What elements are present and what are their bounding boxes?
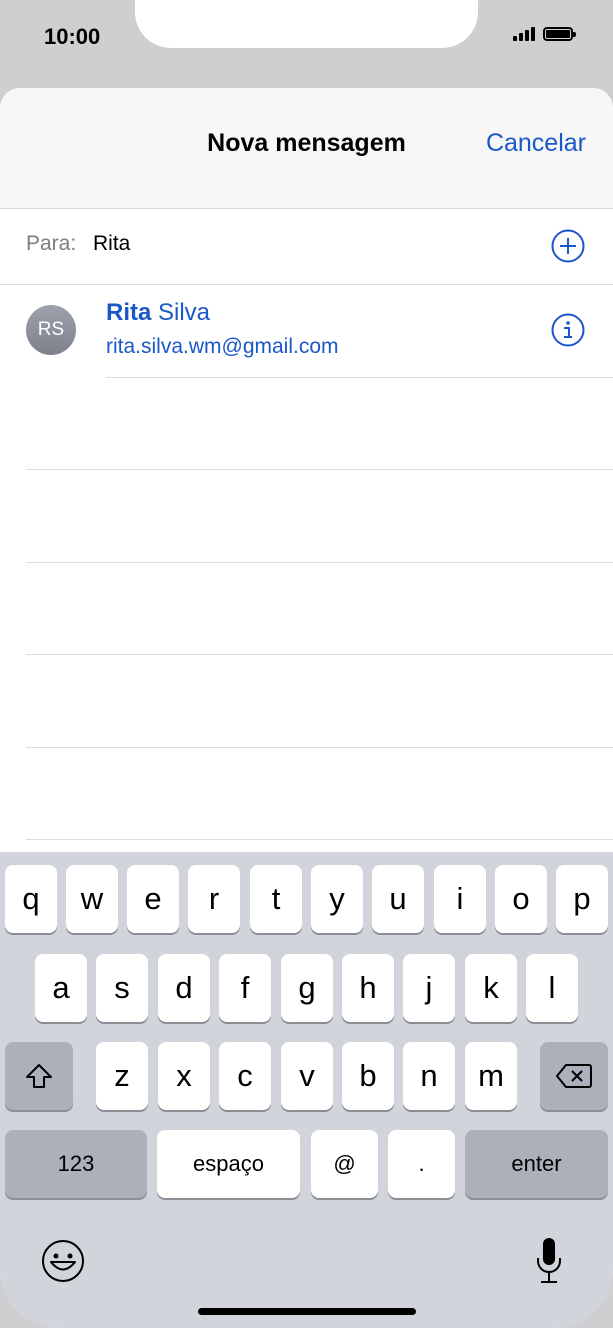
key-o[interactable]: o	[495, 865, 547, 933]
key-s[interactable]: s	[96, 954, 148, 1022]
key-z[interactable]: z	[96, 1042, 148, 1110]
to-field[interactable]: Para: Rita	[0, 209, 613, 285]
add-contact-icon[interactable]	[551, 229, 585, 263]
status-time: 10:00	[44, 24, 101, 49]
divider	[26, 654, 613, 655]
enter-key[interactable]: enter	[465, 1130, 608, 1198]
divider	[26, 747, 613, 748]
key-e[interactable]: e	[127, 865, 179, 933]
emoji-icon[interactable]	[41, 1239, 85, 1283]
compose-sheet: Nova mensagem Cancelar Para: Rita RS Rit…	[0, 88, 613, 1328]
info-icon[interactable]	[551, 313, 585, 347]
key-a[interactable]: a	[35, 954, 87, 1022]
key-i[interactable]: i	[434, 865, 486, 933]
divider	[26, 839, 613, 840]
notch	[135, 0, 478, 48]
key-x[interactable]: x	[158, 1042, 210, 1110]
cancel-button[interactable]: Cancelar	[486, 129, 586, 158]
key-t[interactable]: t	[250, 865, 302, 933]
key-b[interactable]: b	[342, 1042, 394, 1110]
divider	[26, 562, 613, 563]
dot-key[interactable]: .	[388, 1130, 455, 1198]
backspace-icon	[556, 1064, 592, 1088]
divider	[26, 469, 613, 470]
contact-suggestion[interactable]: RS Rita Silva rita.silva.wm@gmail.com	[0, 285, 613, 378]
contact-name: Rita Silva	[106, 299, 210, 327]
key-h[interactable]: h	[342, 954, 394, 1022]
key-m[interactable]: m	[465, 1042, 517, 1110]
divider	[106, 377, 613, 378]
to-input[interactable]: Rita	[93, 232, 130, 256]
key-c[interactable]: c	[219, 1042, 271, 1110]
key-u[interactable]: u	[372, 865, 424, 933]
key-j[interactable]: j	[403, 954, 455, 1022]
signal-icon	[513, 27, 535, 41]
key-k[interactable]: k	[465, 954, 517, 1022]
key-w[interactable]: w	[66, 865, 118, 933]
numbers-key[interactable]: 123	[5, 1130, 147, 1198]
key-f[interactable]: f	[219, 954, 271, 1022]
microphone-icon[interactable]	[534, 1236, 564, 1286]
home-indicator[interactable]	[198, 1308, 416, 1315]
backspace-key[interactable]	[540, 1042, 608, 1110]
battery-icon	[543, 27, 576, 41]
avatar: RS	[26, 305, 76, 355]
phone-screen: 10:00 Nova mensagem Cancelar Para: Rita …	[0, 0, 613, 1328]
key-y[interactable]: y	[311, 865, 363, 933]
shift-key[interactable]	[5, 1042, 73, 1110]
contact-name-rest: Silva	[151, 299, 211, 326]
key-q[interactable]: q	[5, 865, 57, 933]
status-icons	[513, 27, 576, 41]
key-p[interactable]: p	[556, 865, 608, 933]
key-v[interactable]: v	[281, 1042, 333, 1110]
key-d[interactable]: d	[158, 954, 210, 1022]
shift-icon	[26, 1064, 52, 1088]
key-n[interactable]: n	[403, 1042, 455, 1110]
space-key[interactable]: espaço	[157, 1130, 300, 1198]
contact-name-match: Rita	[106, 299, 152, 326]
key-g[interactable]: g	[281, 954, 333, 1022]
keyboard: q w e r t y u i o p a s d f g h j k l z …	[0, 852, 613, 1328]
nav-bar: Nova mensagem Cancelar	[0, 88, 613, 209]
key-l[interactable]: l	[526, 954, 578, 1022]
to-label: Para:	[26, 232, 77, 255]
contact-email: rita.silva.wm@gmail.com	[106, 335, 339, 358]
at-key[interactable]: @	[311, 1130, 378, 1198]
key-r[interactable]: r	[188, 865, 240, 933]
